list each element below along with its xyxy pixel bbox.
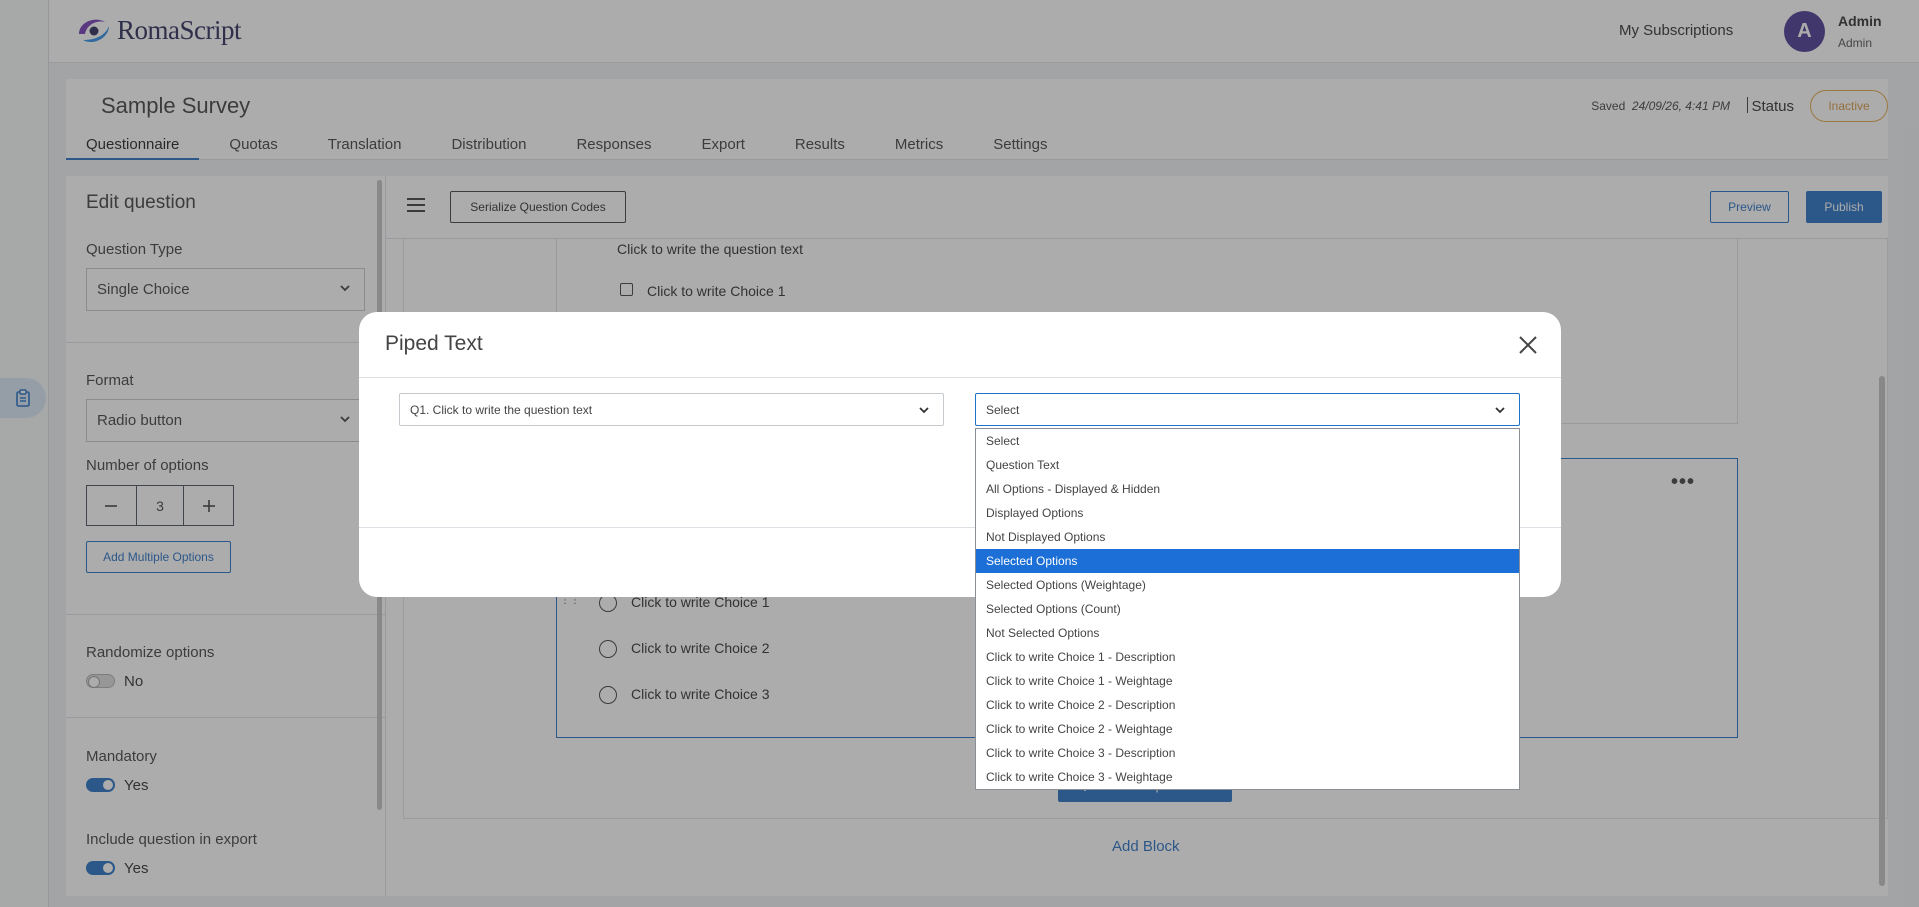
option-choice1-description[interactable]: Click to write Choice 1 - Description: [976, 645, 1519, 669]
option-choice3-weightage[interactable]: Click to write Choice 3 - Weightage: [976, 765, 1519, 789]
close-icon[interactable]: [1515, 332, 1541, 358]
option-choice2-description[interactable]: Click to write Choice 2 - Description: [976, 693, 1519, 717]
chevron-down-icon: [919, 407, 929, 414]
question-select-value: Q1. Click to write the question text: [410, 402, 593, 417]
option-displayed-options[interactable]: Displayed Options: [976, 501, 1519, 525]
option-all-options[interactable]: All Options - Displayed & Hidden: [976, 477, 1519, 501]
chevron-down-icon: [1495, 407, 1505, 414]
field-select-dropdown: Select Question Text All Options - Displ…: [975, 428, 1520, 790]
field-select-value: Select: [986, 402, 1020, 417]
option-choice3-description[interactable]: Click to write Choice 3 - Description: [976, 741, 1519, 765]
option-question-text[interactable]: Question Text: [976, 453, 1519, 477]
modal-title: Piped Text: [385, 332, 483, 355]
question-select[interactable]: Q1. Click to write the question text: [399, 393, 944, 426]
divider: [359, 377, 1561, 378]
field-select[interactable]: Select: [975, 393, 1520, 426]
option-choice1-weightage[interactable]: Click to write Choice 1 - Weightage: [976, 669, 1519, 693]
option-selected-options-count[interactable]: Selected Options (Count): [976, 597, 1519, 621]
option-not-selected-options[interactable]: Not Selected Options: [976, 621, 1519, 645]
option-select[interactable]: Select: [976, 429, 1519, 453]
option-selected-options[interactable]: Selected Options: [976, 549, 1519, 573]
option-choice2-weightage[interactable]: Click to write Choice 2 - Weightage: [976, 717, 1519, 741]
option-selected-options-weightage[interactable]: Selected Options (Weightage): [976, 573, 1519, 597]
option-not-displayed-options[interactable]: Not Displayed Options: [976, 525, 1519, 549]
